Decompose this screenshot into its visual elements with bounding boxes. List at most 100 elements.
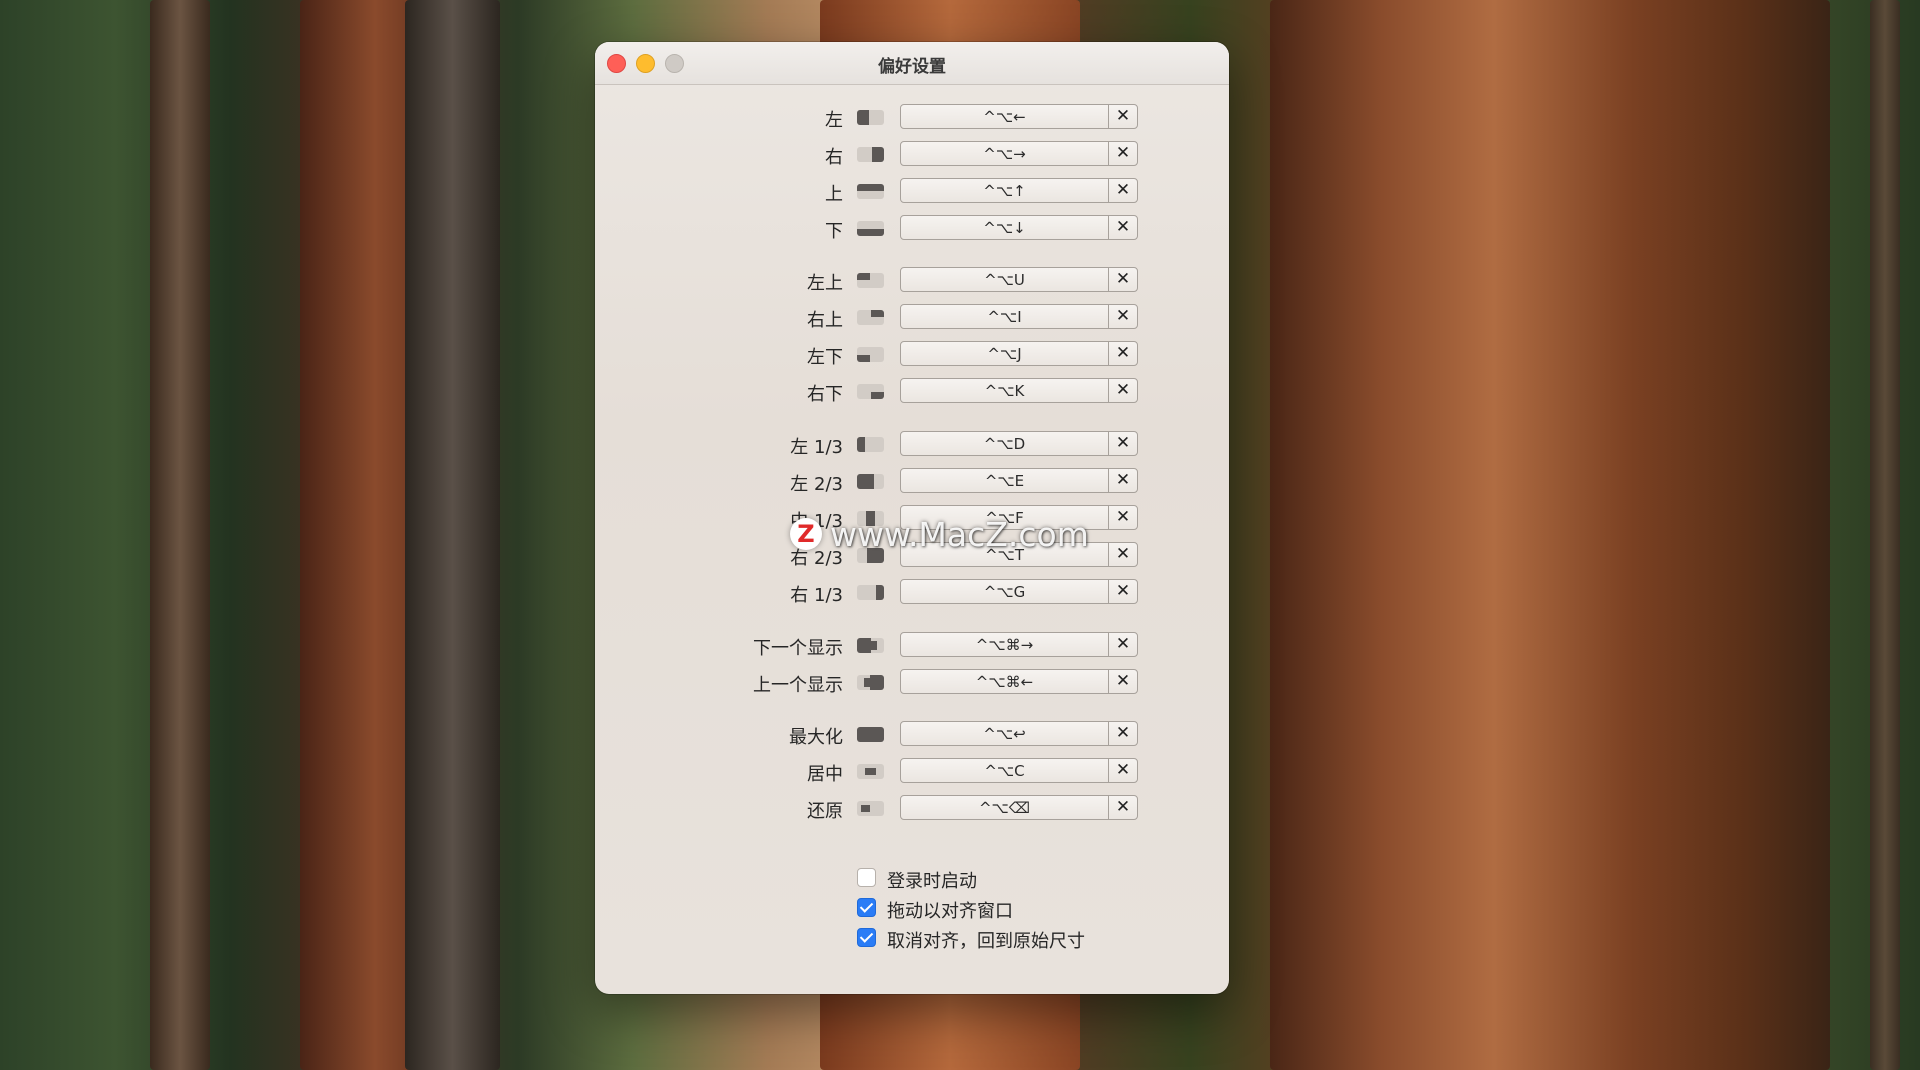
top-right-quarter-icon [857,310,884,325]
icon-fill [870,675,884,690]
clear-shortcut-button[interactable]: ✕ [1108,178,1138,203]
shortcut-label: 下一个显示 [753,638,843,659]
shortcut-row: 左下 ^⌥J ✕ [595,341,1229,369]
clear-shortcut-button[interactable]: ✕ [1108,758,1138,783]
shortcut-label: 左下 [807,347,843,368]
window-title: 偏好设置 [878,57,946,77]
icon-fill [857,638,871,653]
shortcut-recorder-field[interactable]: ^⌥T [900,542,1109,567]
shortcut-recorder-field[interactable]: ^⌥⌫ [900,795,1109,820]
clear-shortcut-button[interactable]: ✕ [1108,505,1138,530]
icon-fill [857,110,869,125]
center-third-icon [857,511,884,526]
clear-shortcut-button[interactable]: ✕ [1108,795,1138,820]
shortcut-row: 右下 ^⌥K ✕ [595,378,1229,406]
shortcut-row: 上 ^⌥↑ ✕ [595,178,1229,206]
icon-fill [871,392,884,399]
bottom-left-quarter-icon [857,347,884,362]
option-label[interactable]: 拖动以对齐窗口 [887,897,1013,923]
wallpaper-tree [405,0,500,1070]
shortcut-recorder-field[interactable]: ^⌥U [900,267,1109,292]
shortcut-row: 上一个显示 ^⌥⌘← ✕ [595,669,1229,697]
option-label[interactable]: 取消对齐，回到原始尺寸 [887,927,1085,953]
shortcut-label: 居中 [807,764,843,785]
shortcut-label: 上 [825,184,843,205]
icon-fill [857,355,870,362]
right-half-icon [857,147,884,162]
shortcut-row: 左 2/3 ^⌥E ✕ [595,468,1229,496]
shortcut-recorder-field[interactable]: ^⌥G [900,579,1109,604]
clear-shortcut-button[interactable]: ✕ [1108,468,1138,493]
shortcut-label: 中 1/3 [790,511,843,532]
icon-fill [857,229,884,236]
shortcut-row: 左上 ^⌥U ✕ [595,267,1229,295]
option-checkbox-checked[interactable] [857,928,876,947]
clear-shortcut-button[interactable]: ✕ [1108,141,1138,166]
bottom-half-icon [857,221,884,236]
next-display-icon [857,638,884,653]
icon-fill [871,641,877,650]
shortcut-recorder-field[interactable]: ^⌥K [900,378,1109,403]
clear-shortcut-button[interactable]: ✕ [1108,341,1138,366]
shortcut-recorder-field[interactable]: ^⌥D [900,431,1109,456]
right-third-icon [857,585,884,600]
shortcut-label: 右下 [807,384,843,405]
right-two-thirds-icon [857,548,884,563]
shortcut-row: 最大化 ^⌥↩ ✕ [595,721,1229,749]
left-third-icon [857,437,884,452]
icon-fill [876,585,884,600]
shortcut-recorder-field[interactable]: ^⌥C [900,758,1109,783]
clear-shortcut-button[interactable]: ✕ [1108,215,1138,240]
option-label[interactable]: 登录时启动 [887,867,977,893]
clear-shortcut-button[interactable]: ✕ [1108,721,1138,746]
icon-fill [872,147,884,162]
shortcut-recorder-field[interactable]: ^⌥⌘→ [900,632,1109,657]
shortcut-row: 右 1/3 ^⌥G ✕ [595,579,1229,607]
clear-shortcut-button[interactable]: ✕ [1108,669,1138,694]
icon-fill [864,678,870,687]
icon-fill [861,805,870,812]
shortcut-row: 右上 ^⌥I ✕ [595,304,1229,332]
option-checkbox[interactable] [857,868,876,887]
clear-shortcut-button[interactable]: ✕ [1108,579,1138,604]
icon-fill [865,768,876,775]
shortcut-recorder-field[interactable]: ^⌥↓ [900,215,1109,240]
shortcut-label: 下 [825,221,843,242]
shortcut-recorder-field[interactable]: ^⌥← [900,104,1109,129]
shortcut-recorder-field[interactable]: ^⌥E [900,468,1109,493]
clear-shortcut-button[interactable]: ✕ [1108,267,1138,292]
title-bar[interactable]: 偏好设置 [595,42,1229,85]
shortcut-label: 右 [825,147,843,168]
shortcut-row: 中 1/3 ^⌥F ✕ [595,505,1229,533]
top-half-icon [857,184,884,199]
clear-shortcut-button[interactable]: ✕ [1108,304,1138,329]
restore-icon [857,801,884,816]
left-two-thirds-icon [857,474,884,489]
shortcut-row: 下 ^⌥↓ ✕ [595,215,1229,243]
clear-shortcut-button[interactable]: ✕ [1108,378,1138,403]
shortcut-recorder-field[interactable]: ^⌥↩ [900,721,1109,746]
icon-fill [866,511,875,526]
shortcut-label: 右上 [807,310,843,331]
clear-shortcut-button[interactable]: ✕ [1108,542,1138,567]
shortcut-row: 下一个显示 ^⌥⌘→ ✕ [595,632,1229,660]
icon-fill [857,727,884,742]
shortcut-recorder-field[interactable]: ^⌥⌘← [900,669,1109,694]
shortcut-recorder-field[interactable]: ^⌥→ [900,141,1109,166]
wallpaper-tree [1270,0,1830,1070]
shortcut-row: 还原 ^⌥⌫ ✕ [595,795,1229,823]
shortcut-recorder-field[interactable]: ^⌥I [900,304,1109,329]
clear-shortcut-button[interactable]: ✕ [1108,632,1138,657]
shortcut-label: 左 1/3 [790,437,843,458]
clear-shortcut-button[interactable]: ✕ [1108,104,1138,129]
preferences-window: 偏好设置 左 ^⌥← ✕ 右 ^⌥→ ✕ 上 ^⌥↑ ✕ 下 ^⌥↓ ✕ 左上 ^⌥U ✕ 右上 ^⌥I ✕ 左下 ^… [595,42,1229,994]
shortcut-recorder-field[interactable]: ^⌥↑ [900,178,1109,203]
shortcut-recorder-field[interactable]: ^⌥F [900,505,1109,530]
shortcut-label: 左 2/3 [790,474,843,495]
shortcut-label: 左上 [807,273,843,294]
clear-shortcut-button[interactable]: ✕ [1108,431,1138,456]
shortcut-label: 右 1/3 [790,585,843,606]
option-checkbox-checked[interactable] [857,898,876,917]
icon-fill [857,437,865,452]
shortcut-recorder-field[interactable]: ^⌥J [900,341,1109,366]
